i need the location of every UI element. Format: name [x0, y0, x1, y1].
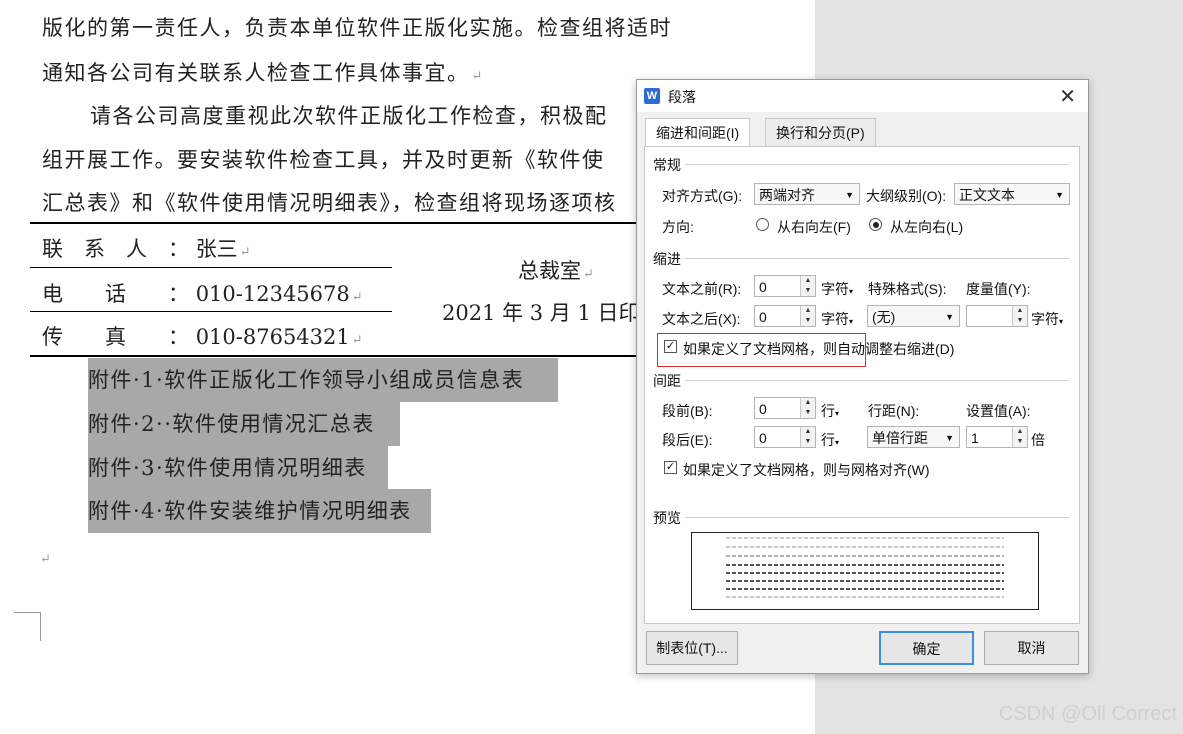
- space-before-unit[interactable]: 行▾: [821, 401, 839, 421]
- preview-prev-paragraph: [726, 546, 1004, 548]
- tab-panel: 常规 对齐方式(G): 两端对齐 ▼ 大纲级别(O): 正文文本 ▼ 方向: 从右向…: [644, 146, 1080, 624]
- doc-line-4: 组开展工作。要安装软件检查工具，并及时更新《软件使: [42, 148, 605, 172]
- outline-label: 大纲级别(O):: [866, 188, 947, 204]
- attachment-item: 附件·3·软件使用情况明细表: [88, 446, 388, 490]
- outline-select[interactable]: 正文文本 ▼: [954, 183, 1070, 205]
- cancel-button[interactable]: 取消: [984, 631, 1079, 665]
- section-divider: [685, 380, 1069, 381]
- contact-fax: 传 真 ： 010-87654321 ↵: [42, 325, 363, 349]
- table-bottom-rule: [30, 355, 640, 357]
- contact-phone: 电 话 ： 010-12345678 ↵: [42, 282, 363, 306]
- spinner-arrows-icon[interactable]: ▲ ▼: [800, 306, 815, 326]
- dropdown-arrow-icon: ▼: [945, 312, 954, 322]
- align-select[interactable]: 两端对齐 ▼: [754, 183, 860, 205]
- ltr-radio[interactable]: [869, 218, 882, 231]
- align-label: 对齐方式(G):: [662, 188, 743, 204]
- attachment-item: 附件·4·软件安装维护情况明细表: [88, 489, 431, 533]
- dialog-titlebar[interactable]: W 段落 ✕: [637, 80, 1088, 112]
- preview-prev-paragraph: [726, 537, 1004, 539]
- page-margin-corner-mark: [14, 612, 41, 641]
- space-before-label: 段前(B):: [662, 403, 713, 419]
- issue-date: 2021 年 3 月 1 日印: [442, 301, 640, 325]
- spinner-arrows-icon[interactable]: ▲ ▼: [1012, 427, 1027, 447]
- space-after-unit[interactable]: 行▾: [821, 430, 839, 450]
- contact-person: 联 系 人 ： 张三 ↵: [42, 237, 251, 261]
- section-divider: [685, 517, 1069, 518]
- wps-writer-icon: W: [644, 88, 660, 104]
- special-format-label: 特殊格式(S):: [868, 281, 947, 297]
- spinner-arrows-icon[interactable]: ▲ ▼: [1012, 306, 1027, 326]
- line-spacing-label: 行距(N):: [868, 403, 920, 419]
- dropdown-arrow-icon: ▼: [945, 433, 954, 443]
- measure-label: 度量值(Y):: [966, 281, 1031, 297]
- close-icon[interactable]: ✕: [1059, 84, 1076, 109]
- rtl-label[interactable]: 从右向左(F): [777, 217, 851, 237]
- table-row-rule: [30, 311, 392, 312]
- measure-input[interactable]: ▲ ▼: [966, 305, 1028, 327]
- doc-line-3: 请各公司高度重视此次软件正版化工作检查，积极配: [90, 104, 608, 128]
- tab-stops-button[interactable]: 制表位(T)...: [646, 631, 738, 665]
- ok-button[interactable]: 确定: [879, 631, 974, 665]
- space-after-input[interactable]: 0 ▲ ▼: [754, 426, 816, 448]
- rtl-radio[interactable]: [756, 218, 769, 231]
- spacing-grid-checkbox[interactable]: ✓: [664, 461, 677, 474]
- section-spacing: 间距: [653, 373, 681, 389]
- preview-sample-text: [726, 580, 1004, 582]
- paragraph-dialog: W 段落 ✕ 缩进和间距(I) 换行和分页(P) 常规 对齐方式(G): 两端对…: [636, 79, 1089, 674]
- dialog-title: 段落: [668, 89, 696, 105]
- setting-label: 设置值(A):: [966, 403, 1031, 419]
- doc-line-5: 汇总表》和《软件使用情况明细表》，检查组将现场逐项核: [42, 191, 617, 215]
- table-row-rule: [30, 267, 392, 268]
- section-indent: 缩进: [653, 251, 681, 267]
- paragraph-preview: [691, 532, 1039, 610]
- spinner-arrows-icon[interactable]: ▲ ▼: [800, 276, 815, 296]
- preview-sample-text: [726, 564, 1004, 566]
- attachment-item: 附件·2··软件使用情况汇总表: [88, 402, 400, 446]
- direction-label: 方向:: [662, 219, 694, 235]
- setting-unit: 倍: [1031, 432, 1045, 448]
- preview-prev-paragraph: [726, 555, 1004, 557]
- issuer-name: 总裁室 ↵: [518, 259, 594, 283]
- measure-unit[interactable]: 字符▾: [1031, 309, 1063, 329]
- indent-after-input[interactable]: 0 ▲ ▼: [754, 305, 816, 327]
- spinner-arrows-icon[interactable]: ▲ ▼: [800, 427, 815, 447]
- line-spacing-select[interactable]: 单倍行距 ▼: [867, 426, 960, 448]
- preview-sample-text: [726, 588, 1004, 590]
- setting-input[interactable]: 1 ▲ ▼: [966, 426, 1028, 448]
- indent-before-input[interactable]: 0 ▲ ▼: [754, 275, 816, 297]
- attachment-item: 附件·1·软件正版化工作领导小组成员信息表: [88, 358, 558, 402]
- empty-paragraph: ↵: [40, 552, 53, 567]
- ltr-label[interactable]: 从左向右(L): [890, 217, 963, 237]
- doc-line-2: 通知各公司有关联系人检查工作具体事宜。 ↵: [42, 61, 484, 85]
- section-general: 常规: [653, 157, 681, 173]
- section-divider: [685, 164, 1069, 165]
- preview-next-paragraph: [726, 596, 1004, 598]
- indent-before-unit[interactable]: 字符▾: [821, 279, 853, 299]
- table-top-rule: [30, 222, 640, 224]
- section-preview: 预览: [653, 510, 681, 526]
- spinner-arrows-icon[interactable]: ▲ ▼: [800, 398, 815, 418]
- space-after-label: 段后(E):: [662, 432, 713, 448]
- tab-indent-spacing[interactable]: 缩进和间距(I): [645, 118, 751, 149]
- indent-after-label: 文本之后(X):: [662, 311, 741, 327]
- indent-grid-checkbox[interactable]: ✓: [664, 340, 677, 353]
- watermark: CSDN @Oll Correct: [998, 703, 1177, 725]
- doc-line-1: 版化的第一责任人，负责本单位软件正版化实施。检查组将适时: [42, 16, 672, 40]
- special-format-select[interactable]: (无) ▼: [867, 305, 960, 327]
- spacing-grid-label[interactable]: 如果定义了文档网格，则与网格对齐(W): [683, 460, 930, 480]
- indent-after-unit[interactable]: 字符▾: [821, 309, 853, 329]
- tab-line-page-break[interactable]: 换行和分页(P): [765, 118, 876, 148]
- section-divider: [685, 258, 1069, 259]
- preview-sample-text: [726, 572, 1004, 574]
- space-before-input[interactable]: 0 ▲ ▼: [754, 397, 816, 419]
- indent-grid-label[interactable]: 如果定义了文档网格，则自动调整右缩进(D): [683, 339, 954, 359]
- indent-before-label: 文本之前(R):: [662, 281, 742, 297]
- dropdown-arrow-icon: ▼: [1055, 190, 1064, 200]
- dropdown-arrow-icon: ▼: [845, 190, 854, 200]
